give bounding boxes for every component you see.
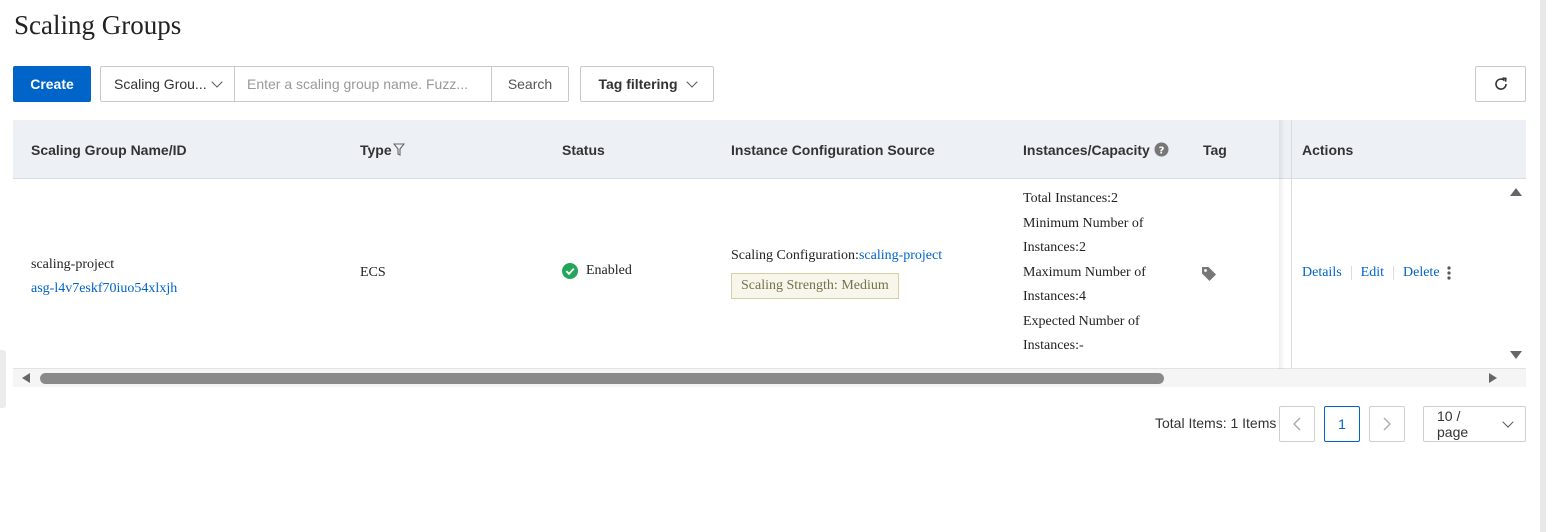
column-header-status: Status — [562, 141, 605, 158]
scroll-right-arrow[interactable] — [1489, 373, 1497, 383]
page-size-select[interactable]: 10 / page — [1423, 406, 1526, 442]
create-button[interactable]: Create — [13, 66, 91, 102]
action-divider — [1350, 266, 1352, 280]
chevron-down-icon — [1502, 416, 1514, 428]
column-header-actions: Actions — [1302, 141, 1354, 158]
chevron-right-icon — [1383, 417, 1391, 431]
capacity-min-label: Minimum Number of — [1023, 215, 1144, 231]
status-cell: Enabled — [562, 263, 632, 279]
status-label: Enabled — [586, 263, 632, 278]
scroll-left-arrow[interactable] — [22, 373, 30, 383]
scaling-group-id-link[interactable]: asg-l4v7eskf70iuo54xlxjh — [31, 277, 177, 301]
config-source-prefix: Scaling Configuration: — [731, 248, 859, 263]
chevron-left-icon — [1293, 417, 1301, 431]
table-row: scaling-project asg-l4v7eskf70iuo54xlxjh… — [13, 179, 1526, 369]
actions-column-shadow — [1279, 120, 1285, 369]
column-header-name: Scaling Group Name/ID — [31, 141, 187, 158]
window-right-edge — [1540, 0, 1546, 532]
refresh-button[interactable] — [1475, 66, 1526, 102]
tag-filter-button[interactable]: Tag filtering — [580, 66, 714, 102]
scroll-down-arrow[interactable] — [1510, 351, 1522, 359]
capacity-max-label: Maximum Number of — [1023, 264, 1146, 280]
horizontal-scrollbar[interactable] — [13, 369, 1526, 387]
column-header-config-source: Instance Configuration Source — [731, 141, 935, 158]
check-circle-icon — [562, 263, 578, 279]
next-page-button[interactable] — [1369, 406, 1405, 442]
details-link[interactable]: Details — [1302, 265, 1342, 281]
help-icon[interactable]: ? — [1154, 142, 1169, 157]
table-header: Scaling Group Name/ID Type Status Instan… — [13, 120, 1526, 179]
action-divider — [1393, 266, 1394, 280]
svg-text:?: ? — [1158, 146, 1164, 157]
scroll-up-arrow[interactable] — [1510, 188, 1522, 196]
column-header-tag: Tag — [1203, 141, 1227, 158]
scaling-group-cell: scaling-project asg-l4v7eskf70iuo54xlxjh — [31, 253, 177, 301]
capacity-cell: Total Instances:2 Minimum Number of Inst… — [1023, 187, 1146, 359]
delete-link[interactable]: Delete — [1403, 265, 1440, 281]
scaling-strength-badge: Scaling Strength: Medium — [731, 273, 899, 299]
type-cell: ECS — [360, 265, 386, 280]
tag-cell — [1201, 266, 1217, 287]
prev-page-button[interactable] — [1279, 406, 1315, 442]
actions-column-border — [1291, 120, 1292, 369]
chevron-down-icon — [211, 76, 223, 88]
search-field-select-label: Scaling Grou... — [114, 76, 207, 92]
column-header-type-label: Type — [360, 141, 392, 158]
column-header-capacity: Instances/Capacity ? — [1023, 120, 1169, 179]
column-header-type: Type — [360, 120, 405, 179]
horizontal-scroll-thumb[interactable] — [40, 373, 1164, 384]
total-items-label: Total Items: 1 Items — [1155, 415, 1277, 431]
page-button-current[interactable]: 1 — [1324, 406, 1360, 442]
side-panel-handle[interactable] — [0, 350, 6, 408]
more-vertical-icon[interactable] — [1445, 265, 1453, 281]
page-title: Scaling Groups — [14, 10, 182, 40]
scaling-group-name: scaling-project — [31, 257, 115, 272]
page-size-label: 10 / page — [1437, 408, 1469, 440]
capacity-max-value: Instances:4 — [1023, 289, 1086, 304]
config-source-link[interactable]: scaling-project — [859, 248, 942, 263]
actions-cell: Details Edit Delete — [1302, 265, 1453, 281]
search-button[interactable]: Search — [492, 67, 568, 101]
column-header-capacity-label: Instances/Capacity — [1023, 141, 1150, 158]
filter-icon[interactable] — [392, 142, 405, 157]
config-source-cell: Scaling Configuration:scaling-project Sc… — [731, 247, 942, 299]
capacity-expected-value: Instances:- — [1023, 338, 1084, 353]
edit-link[interactable]: Edit — [1361, 265, 1384, 281]
capacity-expected-label: Expected Number of — [1023, 313, 1140, 329]
search-field-select[interactable]: Scaling Grou... — [101, 67, 235, 101]
search-group: Scaling Grou... Search — [100, 66, 569, 102]
capacity-min-value: Instances:2 — [1023, 240, 1086, 255]
capacity-total: Total Instances:2 — [1023, 191, 1119, 206]
chevron-down-icon — [685, 76, 698, 88]
refresh-icon — [1494, 77, 1507, 90]
tag-filter-label: Tag filtering — [598, 76, 678, 92]
tag-icon[interactable] — [1201, 266, 1217, 282]
search-input[interactable] — [235, 67, 492, 101]
